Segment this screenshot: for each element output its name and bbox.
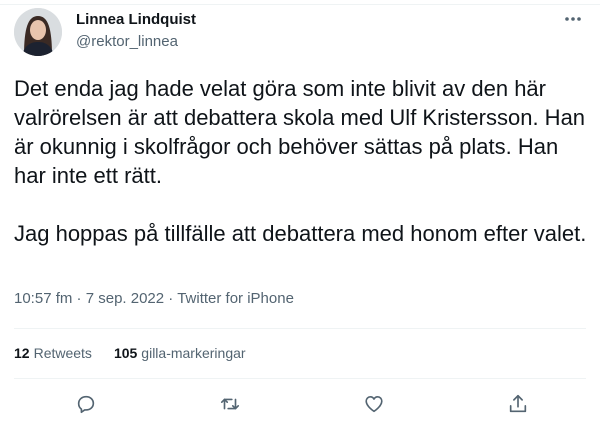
top-clipped-content: [0, 0, 600, 5]
like-button[interactable]: [356, 386, 392, 422]
divider: [14, 378, 586, 379]
share-button[interactable]: [500, 386, 536, 422]
likes-count: 105: [113, 345, 138, 361]
likes-stat[interactable]: 105 gilla-markeringar: [114, 345, 246, 361]
tweet-actions: [0, 386, 600, 422]
author-handle[interactable]: @rektor_linnea: [76, 33, 178, 50]
retweet-icon: [220, 398, 240, 410]
avatar-image: [14, 8, 62, 56]
tweet-time[interactable]: 10:57 fm: [14, 290, 72, 307]
tweet-text: Det enda jag hade velat göra som inte bl…: [14, 76, 587, 246]
avatar[interactable]: [14, 8, 62, 56]
retweets-label: Retweets: [33, 345, 92, 361]
retweets-count: 12: [14, 345, 30, 361]
reply-icon: [77, 395, 95, 414]
likes-label: gilla-markeringar: [141, 345, 246, 361]
tweet-stats: 12 Retweets 105 gilla-markeringar: [14, 345, 246, 361]
author-name[interactable]: Linnea Lindquist: [76, 11, 196, 28]
more-options-button[interactable]: [560, 8, 586, 30]
meta-separator: ·: [168, 290, 174, 307]
more-horizontal-icon: [565, 17, 581, 21]
heart-icon: [365, 396, 383, 413]
tweet-source[interactable]: Twitter for iPhone: [177, 290, 294, 307]
meta-separator: ·: [76, 290, 82, 307]
divider: [14, 328, 586, 329]
share-icon: [509, 394, 527, 413]
retweets-stat[interactable]: 12 Retweets: [14, 345, 92, 361]
reply-button[interactable]: [68, 386, 104, 422]
tweet-date[interactable]: 7 sep. 2022: [86, 290, 164, 307]
tweet-meta: 10:57 fm · 7 sep. 2022 · Twitter for iPh…: [14, 290, 294, 307]
retweet-button[interactable]: [212, 386, 248, 422]
